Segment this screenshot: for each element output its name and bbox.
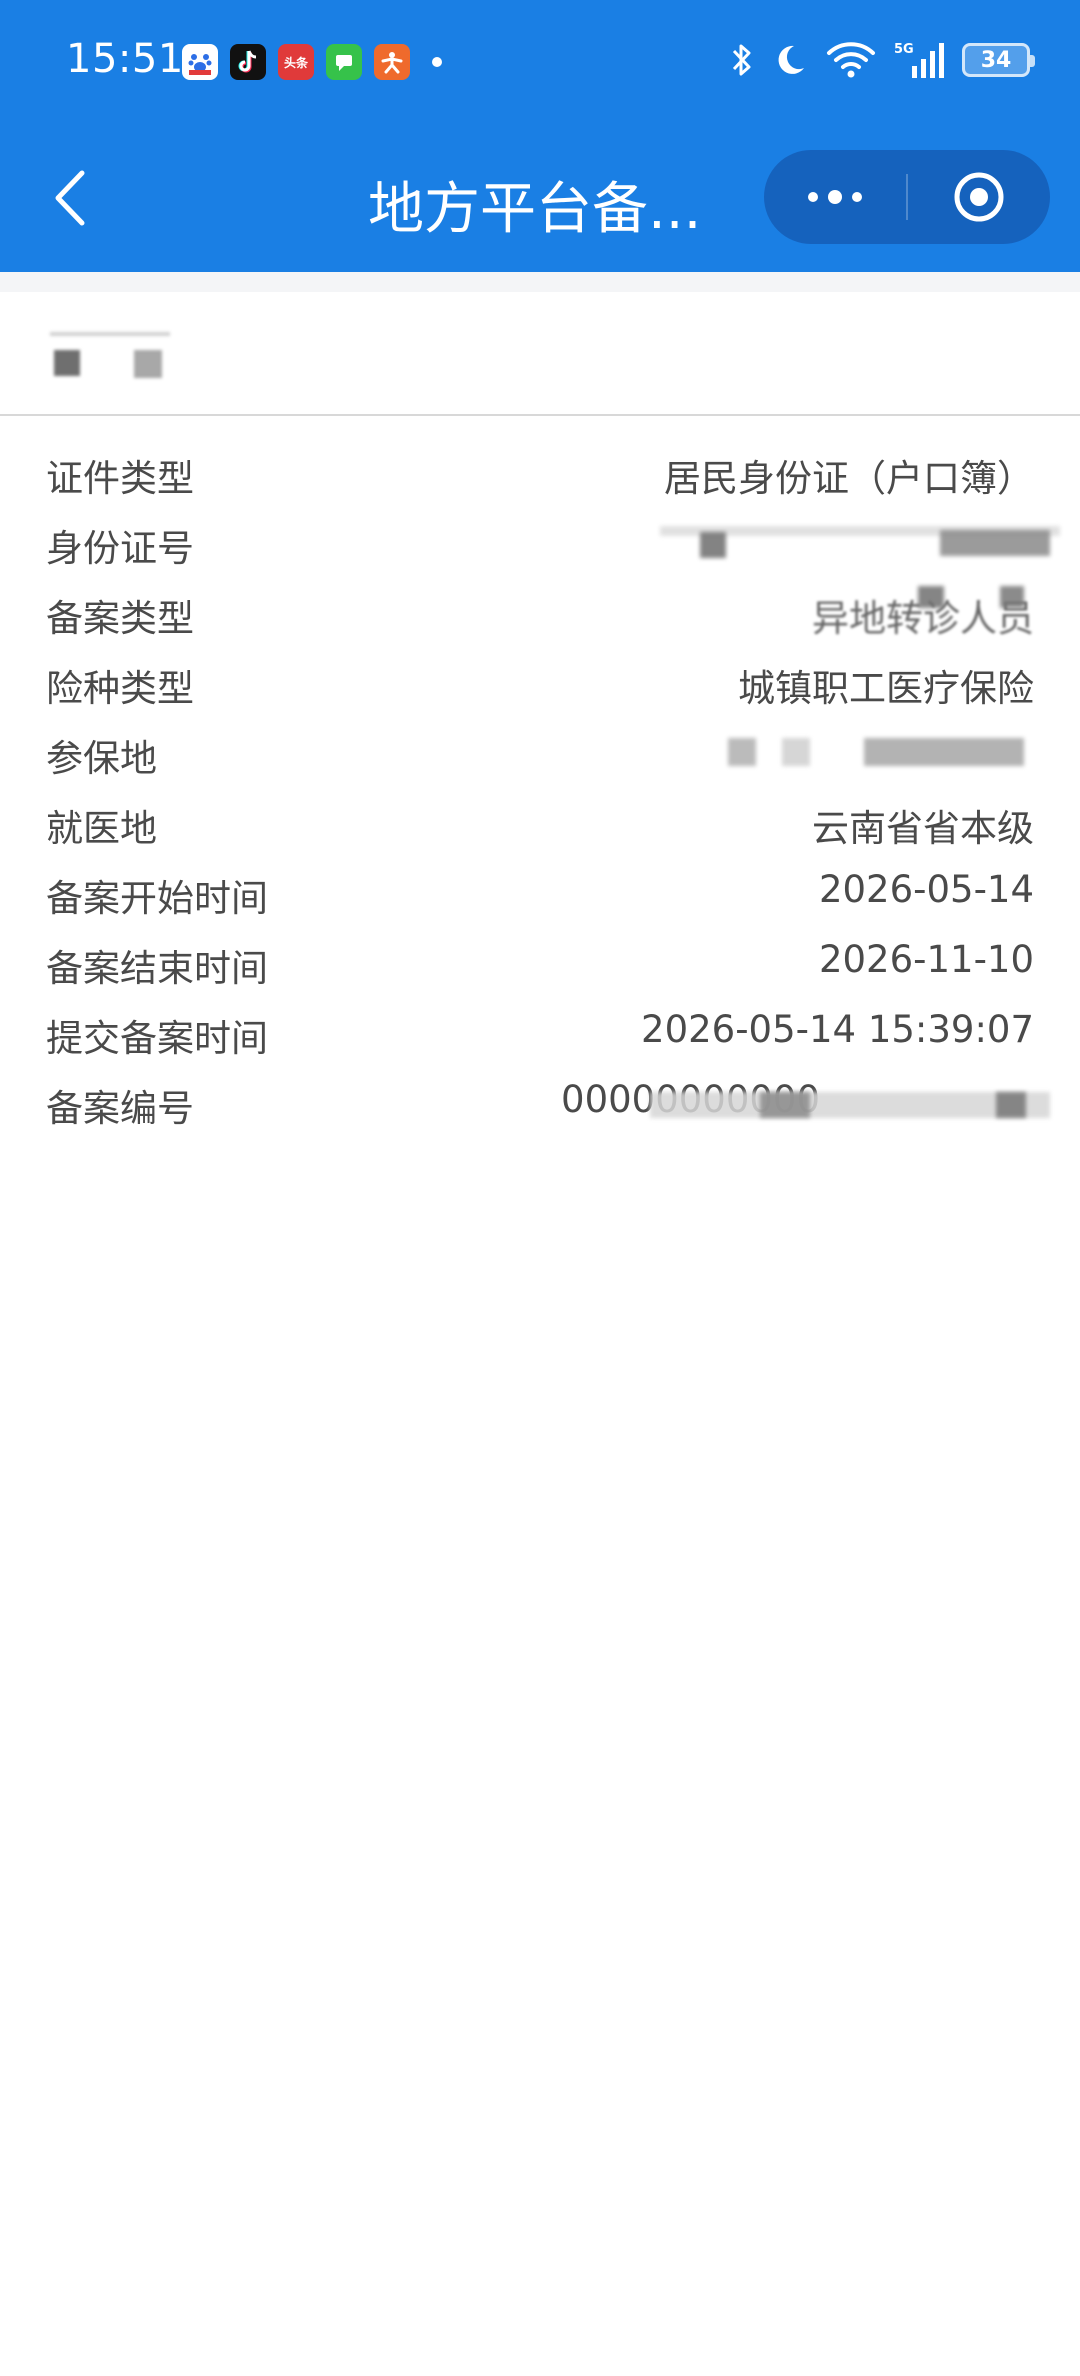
toutiao-icon: 头条 [278,44,314,80]
detail-row-record-number: 备案编号 00000000000 [0,1070,1080,1140]
detail-row-id-number: 身份证号 [0,510,1080,580]
redacted-value [864,738,1024,766]
mini-program-capsule [764,150,1050,244]
header-gap [0,272,1080,292]
signal-5g-icon: 5G [894,40,944,80]
detail-label: 身份证号 [46,527,194,570]
chevron-left-icon [55,170,85,226]
system-status-icons: 5G 34 [730,40,1035,80]
detail-value: 居民身份证（户口簿） [664,457,1034,500]
tiktok-icon [230,44,266,80]
back-button[interactable] [40,158,100,238]
detail-label: 就医地 [46,807,157,850]
battery-icon: 34 [962,43,1035,77]
detail-label: 险种类型 [46,667,194,710]
navigation-bar: 地方平台备... [0,128,1080,272]
detail-value: 2026-05-14 [818,868,1034,911]
redacted-value [728,738,756,766]
redacted-value [760,1092,810,1118]
detail-row-insurance-type: 险种类型 城镇职工医疗保险 [0,650,1080,720]
redacted-value [700,532,726,558]
status-time: 15:51 [66,36,184,82]
detail-value: 2026-05-14 15:39:07 [641,1008,1034,1051]
more-button[interactable] [764,150,906,244]
redacted-value [1000,586,1024,608]
page-title: 地方平台备... [368,177,702,242]
detail-row-end-date: 备案结束时间 2026-11-10 [0,930,1080,1000]
detail-label: 证件类型 [46,457,194,500]
detail-label: 备案类型 [46,597,194,640]
moon-icon [772,40,808,80]
app-icon [374,44,410,80]
redacted-name [54,350,80,376]
detail-label: 备案开始时间 [46,877,268,920]
bluetooth-icon [730,40,754,80]
redacted-value [996,1092,1026,1118]
baidu-icon [182,44,218,80]
detail-value: 2026-11-10 [818,938,1034,981]
redacted-name [50,332,170,336]
detail-row-submit-time: 提交备案时间 2026-05-14 15:39:07 [0,1000,1080,1070]
redacted-value [918,586,944,608]
detail-row-insured-place: 参保地 [0,720,1080,790]
top-bar: 15:51 头条 5G 34 地方平台备... [0,0,1080,272]
wifi-icon [826,40,876,80]
more-notifications-dot [432,57,442,67]
target-close-icon [954,172,1004,222]
detail-row-id-type: 证件类型 居民身份证（户口簿） [0,440,1080,510]
detail-label: 提交备案时间 [46,1017,268,1060]
redacted-value [782,738,810,766]
detail-value: 城镇职工医疗保险 [738,667,1034,710]
redacted-value [650,1092,1050,1118]
redacted-value [940,530,1050,556]
svg-text:5G: 5G [894,42,914,57]
detail-label: 备案编号 [46,1087,194,1130]
detail-label: 备案结束时间 [46,947,268,990]
redacted-name [134,350,162,378]
close-button[interactable] [908,150,1050,244]
status-bar: 15:51 头条 5G 34 [0,0,1080,128]
messages-icon [326,44,362,80]
record-details: 证件类型 居民身份证（户口簿） 身份证号 备案类型 异地转诊人员 险种类型 城镇… [0,440,1080,1140]
more-dots-icon [808,190,862,204]
detail-row-record-type: 备案类型 异地转诊人员 [0,580,1080,650]
detail-row-start-date: 备案开始时间 2026-05-14 [0,860,1080,930]
name-card [0,292,1080,416]
detail-value: 云南省省本级 [812,807,1034,850]
detail-label: 参保地 [46,737,157,780]
notification-icons: 头条 [182,44,442,80]
detail-row-treatment-place: 就医地 云南省省本级 [0,790,1080,860]
